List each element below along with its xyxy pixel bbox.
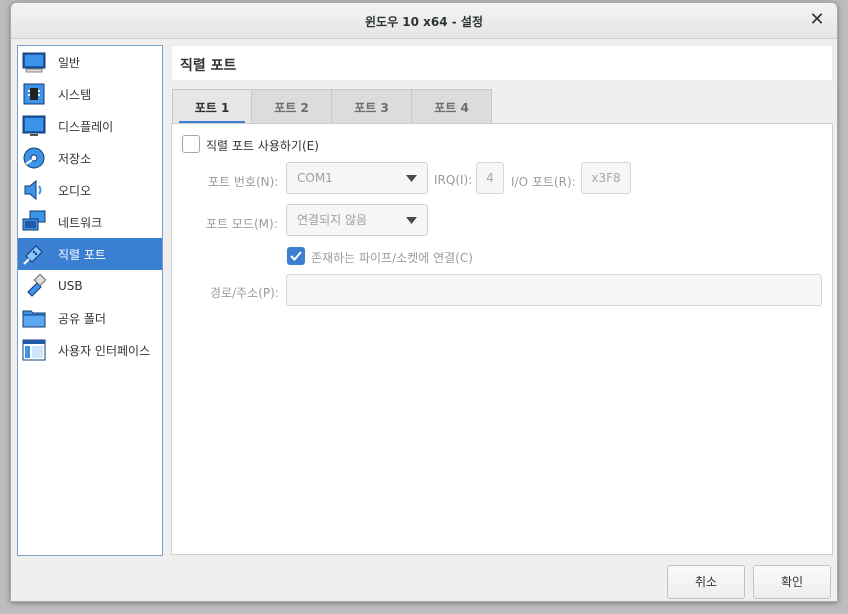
connect-existing-label[interactable]: 존재하는 파이프/소켓에 연결(C) [311, 249, 473, 266]
sidebar-item-label: 오디오 [58, 183, 92, 198]
cancel-button[interactable]: 취소 [667, 565, 745, 599]
port-number-label: 포트 번호(N): [208, 175, 279, 189]
io-port-label: I/O 포트(R): [511, 175, 576, 189]
title-bar: 윈도우 10 x64 - 설정 ✕ [11, 3, 837, 39]
usb-icon [27, 274, 46, 297]
sidebar-item-usb[interactable]: USB [18, 270, 162, 302]
chevron-down-icon [406, 175, 417, 182]
page-header: 직렬 포트 [171, 45, 833, 81]
sidebar-item-general[interactable]: 일반 [18, 46, 162, 78]
sidebar-item-system[interactable]: 시스템 [18, 78, 162, 110]
sidebar-item-label: 공유 폴더 [58, 311, 106, 326]
general-icon [22, 52, 46, 73]
io-port-field[interactable]: x3F8 [581, 162, 631, 194]
serial-port-icon [23, 245, 43, 265]
path-field[interactable] [286, 274, 822, 306]
enable-serial-port-checkbox[interactable] [182, 135, 200, 153]
sidebar-item-user-interface[interactable]: 사용자 인터페이스 [18, 334, 162, 366]
sidebar-item-network[interactable]: 네트워크 [18, 206, 162, 238]
system-icon [23, 83, 45, 105]
port-mode-label: 포트 모드(M): [206, 217, 278, 231]
sidebar-item-label: USB [58, 279, 83, 293]
shared-folder-icon [22, 310, 46, 328]
chevron-down-icon [406, 217, 417, 224]
port-number-select[interactable]: COM1 [286, 162, 428, 194]
ok-button[interactable]: 확인 [753, 565, 831, 599]
port-tabs: 포트 1 포트 2 포트 3 포트 4 [172, 89, 492, 125]
sidebar-item-label: 사용자 인터페이스 [58, 343, 151, 358]
sidebar-item-label: 일반 [58, 55, 81, 70]
irq-label: IRQ(I): [434, 173, 473, 187]
enable-serial-port-label[interactable]: 직렬 포트 사용하기(E) [206, 137, 319, 154]
sidebar-item-shared-folders[interactable]: 공유 폴더 [18, 302, 162, 334]
sidebar-item-label: 저장소 [58, 151, 92, 166]
sidebar-item-storage[interactable]: 저장소 [18, 142, 162, 174]
sidebar-item-label: 시스템 [58, 87, 92, 102]
display-icon [22, 115, 46, 136]
port-number-value: COM1 [297, 171, 333, 185]
network-icon [22, 210, 46, 231]
sidebar-item-label: 네트워크 [58, 215, 103, 230]
checkmark-icon [290, 251, 302, 261]
sidebar-item-display[interactable]: 디스플레이 [18, 110, 162, 142]
port-mode-select[interactable]: 연결되지 않음 [286, 204, 428, 236]
path-label: 경로/주소(P): [210, 286, 279, 300]
tab-port-1[interactable]: 포트 1 [172, 89, 252, 125]
settings-dialog: 윈도우 10 x64 - 설정 ✕ 일반 시스템 디스플레이 저장소 오디오 네… [10, 2, 838, 602]
sidebar-item-label: 직렬 포트 [58, 247, 106, 262]
port-mode-value: 연결되지 않음 [297, 213, 368, 227]
page-title: 직렬 포트 [180, 58, 237, 74]
sidebar-item-label: 디스플레이 [58, 119, 114, 134]
irq-field[interactable]: 4 [476, 162, 504, 194]
tab-port-3[interactable]: 포트 3 [332, 89, 412, 125]
sidebar-item-audio[interactable]: 오디오 [18, 174, 162, 206]
storage-icon [23, 147, 45, 169]
sidebar-item-serial-ports[interactable]: 직렬 포트 [18, 238, 162, 270]
tab-port-4[interactable]: 포트 4 [412, 89, 492, 125]
user-interface-icon [22, 339, 46, 361]
tab-port-2[interactable]: 포트 2 [252, 89, 332, 125]
audio-icon [24, 179, 42, 201]
port-settings-panel: 직렬 포트 사용하기(E) 포트 번호(N): COM1 IRQ(I): 4 I… [171, 123, 833, 555]
close-button[interactable]: ✕ [807, 11, 827, 31]
settings-sidebar: 일반 시스템 디스플레이 저장소 오디오 네트워크 직렬 포트 USB 공유 폴… [17, 45, 163, 556]
connect-existing-checkbox[interactable] [287, 247, 305, 265]
close-icon: ✕ [809, 9, 825, 30]
window-title: 윈도우 10 x64 - 설정 [364, 15, 484, 29]
